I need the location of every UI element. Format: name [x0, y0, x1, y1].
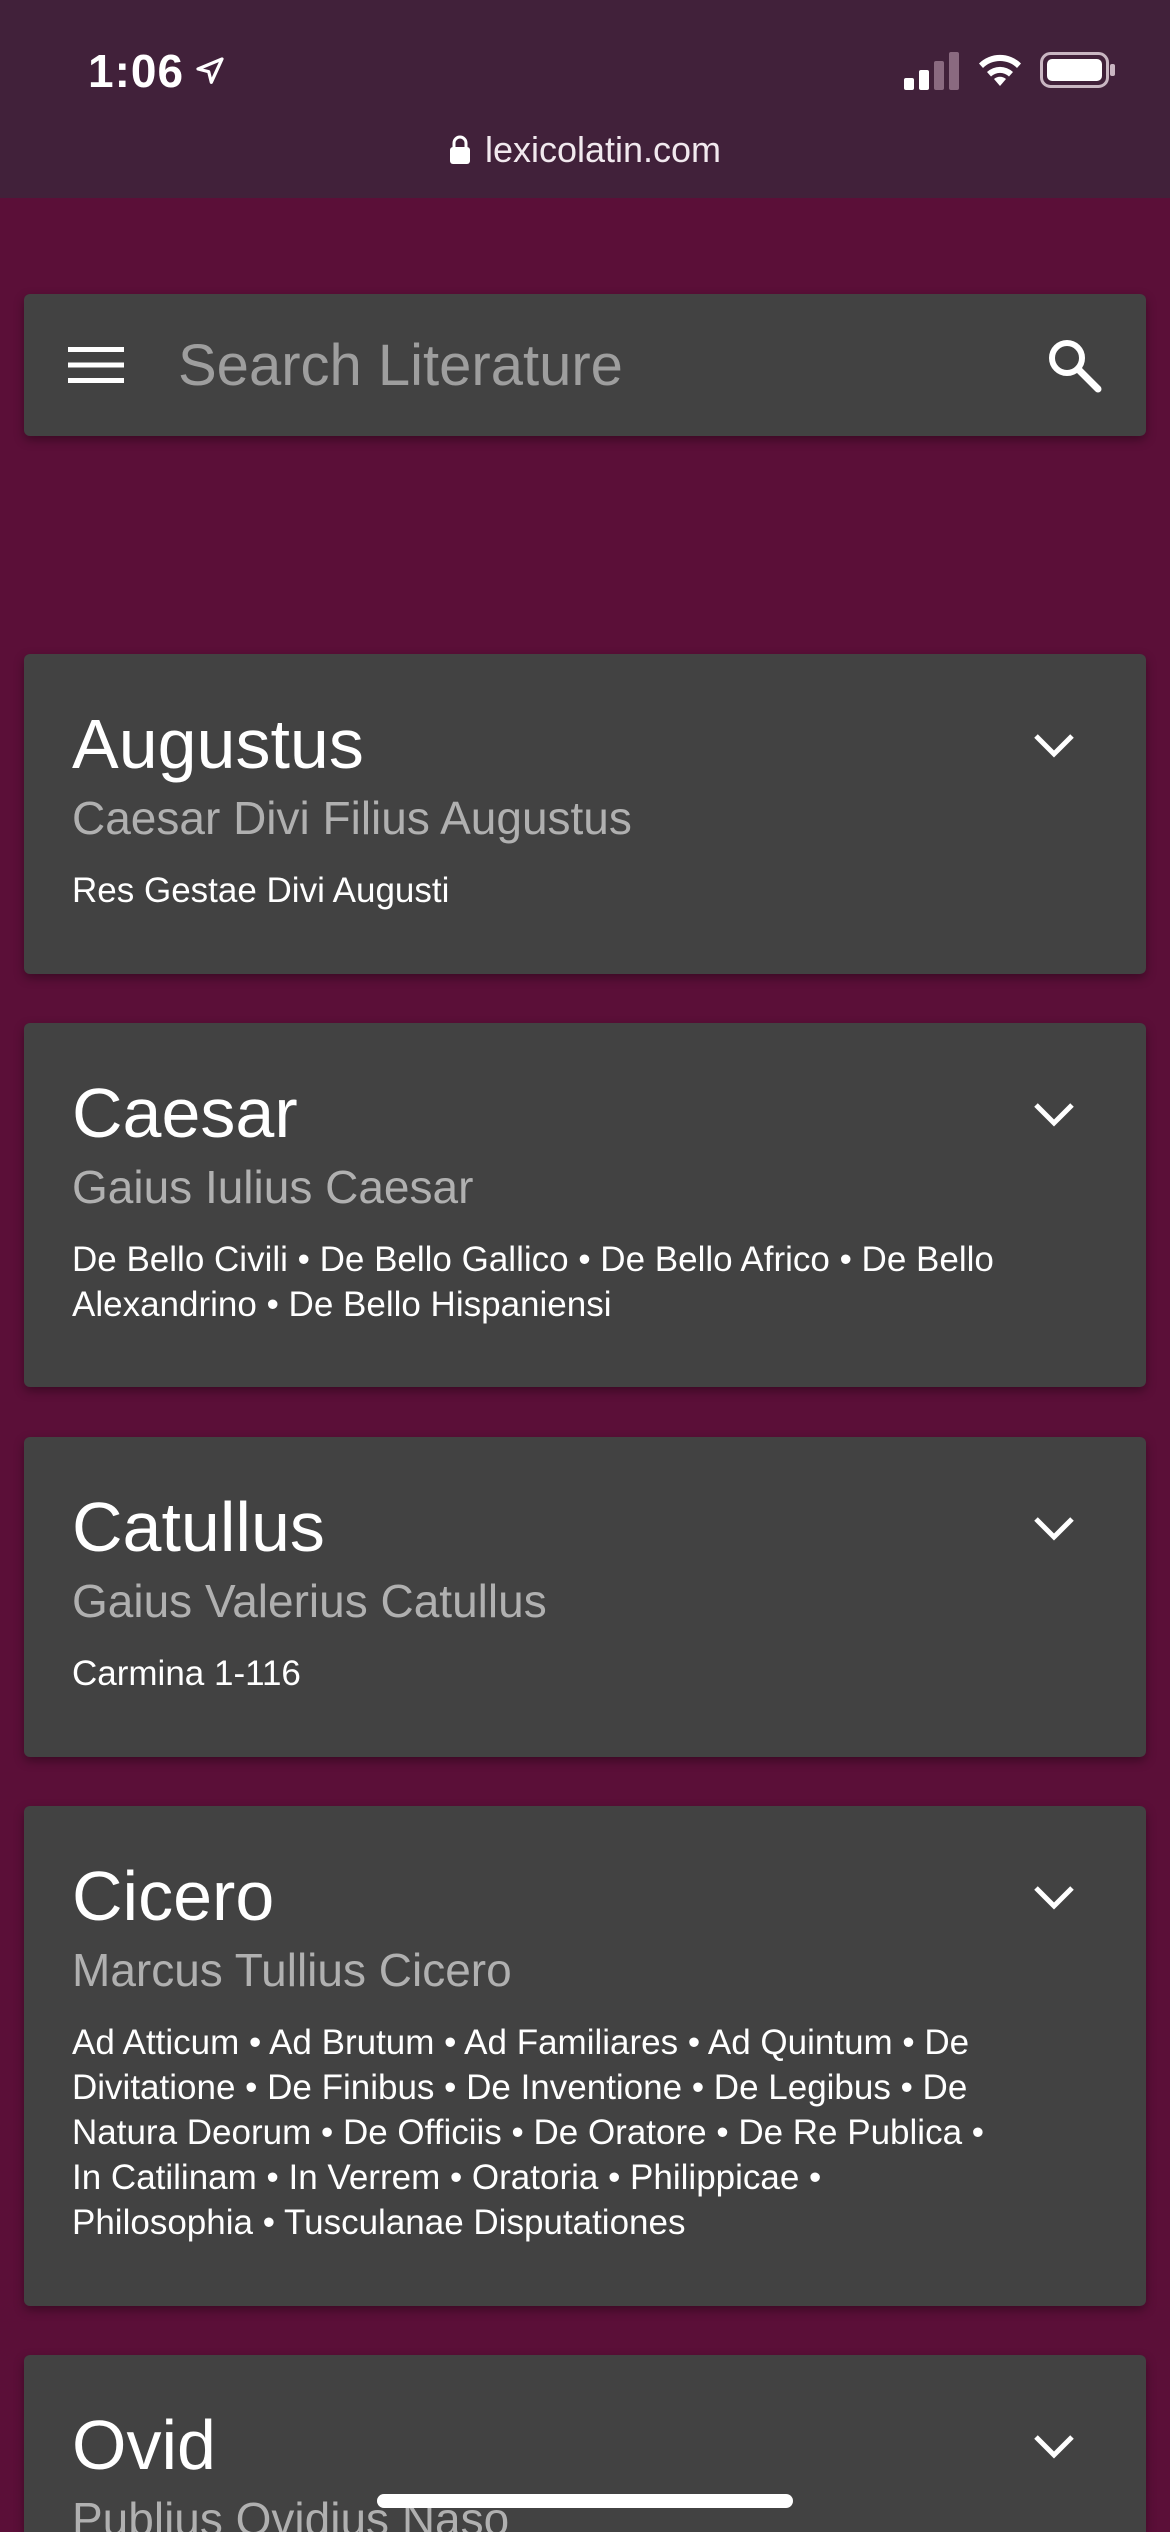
- search-bar: [24, 294, 1146, 436]
- wifi-icon: [979, 54, 1021, 86]
- author-name: Caesar: [72, 1074, 298, 1152]
- author-name: Ovid: [72, 2406, 216, 2484]
- search-input[interactable]: [176, 324, 1046, 406]
- author-card-cicero[interactable]: Cicero Marcus Tullius Cicero Ad Atticum …: [24, 1806, 1146, 2306]
- author-works: De Bello Civili • De Bello Gallico • De …: [72, 1240, 994, 1324]
- status-bar: 1:06 lexicolatin.com: [0, 0, 1170, 198]
- author-card-caesar[interactable]: Caesar Gaius Iulius Caesar De Bello Civi…: [24, 1023, 1146, 1387]
- url-text: lexicolatin.com: [484, 129, 722, 170]
- location-arrow-icon: [196, 57, 224, 84]
- chevron-down-icon[interactable]: [1032, 2433, 1076, 2461]
- author-works: Carmina 1-116: [72, 1654, 301, 1693]
- author-works: Res Gestae Divi Augusti: [72, 871, 450, 910]
- author-name: Augustus: [72, 705, 364, 783]
- chevron-down-icon[interactable]: [1032, 732, 1076, 760]
- status-time: 1:06: [88, 44, 226, 98]
- address-bar[interactable]: lexicolatin.com: [0, 124, 1170, 176]
- menu-icon[interactable]: [68, 345, 124, 385]
- author-name: Cicero: [72, 1857, 275, 1935]
- author-full-name: Gaius Valerius Catullus: [72, 1575, 547, 1627]
- author-name: Catullus: [72, 1488, 325, 1566]
- chevron-down-icon[interactable]: [1032, 1515, 1076, 1543]
- author-works: Ad Atticum • Ad Brutum • Ad Familiares •…: [72, 2023, 985, 2242]
- author-full-name: Marcus Tullius Cicero: [72, 1944, 512, 1996]
- author-full-name: Caesar Divi Filius Augustus: [72, 792, 632, 844]
- cellular-signal-icon: [904, 52, 959, 90]
- author-card-catullus[interactable]: Catullus Gaius Valerius Catullus Carmina…: [24, 1437, 1146, 1757]
- battery-icon: [1040, 52, 1115, 88]
- author-card-augustus[interactable]: Augustus Caesar Divi Filius Augustus Res…: [24, 654, 1146, 974]
- home-indicator[interactable]: [377, 2494, 793, 2508]
- chevron-down-icon[interactable]: [1032, 1884, 1076, 1912]
- search-icon[interactable]: [1046, 337, 1102, 393]
- chevron-down-icon[interactable]: [1032, 1101, 1076, 1129]
- time-label: 1:06: [88, 45, 185, 97]
- author-full-name: Gaius Iulius Caesar: [72, 1161, 474, 1213]
- lock-icon: [449, 135, 470, 164]
